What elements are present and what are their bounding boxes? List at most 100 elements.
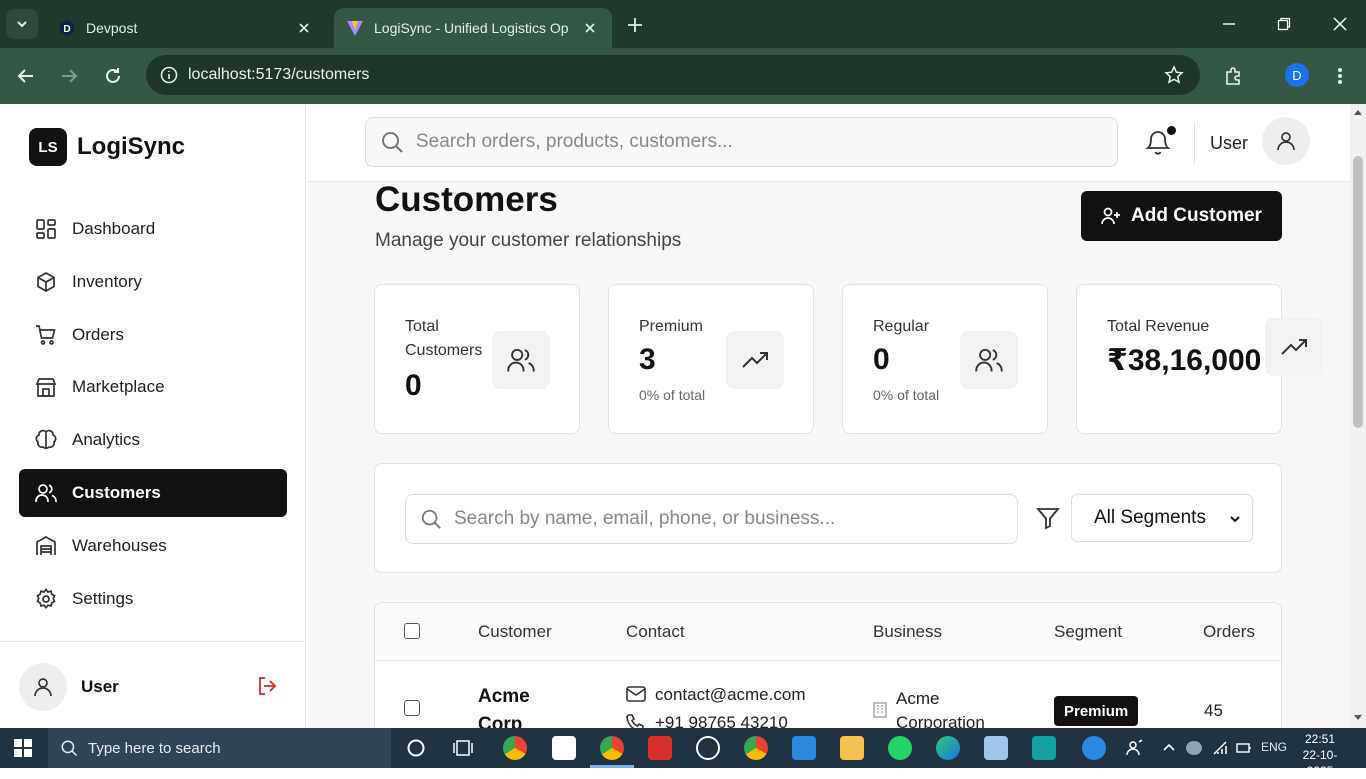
stat-icon-box [492, 331, 550, 389]
tab-devpost[interactable]: D Devpost [46, 8, 326, 48]
stat-icon-box [960, 331, 1018, 389]
stat-card-premium: Premium 3 0% of total [608, 284, 814, 434]
filter-button[interactable] [1036, 506, 1060, 530]
browser-menu-button[interactable] [1326, 62, 1354, 90]
tab-search-button[interactable] [6, 9, 38, 39]
forward-button[interactable] [55, 62, 83, 90]
customer-business: Acme Corporation [896, 689, 985, 728]
sidebar-item-warehouses[interactable]: Warehouses [19, 522, 287, 570]
sidebar-item-label: Dashboard [72, 219, 156, 238]
system-clock[interactable]: 22:51 22-10-2025 [1290, 731, 1350, 779]
start-button[interactable] [14, 739, 32, 757]
help-app-icon[interactable] [1082, 736, 1106, 760]
cart-icon [36, 324, 56, 345]
brand[interactable]: LS LogiSync [29, 128, 185, 166]
scrollbar-thumb[interactable] [1353, 156, 1363, 428]
column-header-business[interactable]: Business [873, 622, 942, 642]
reload-button[interactable] [99, 62, 127, 90]
close-window-button[interactable] [1328, 12, 1352, 36]
puzzle-icon [1226, 67, 1240, 85]
chrome-app-icon[interactable] [503, 736, 527, 760]
tray-chevron-up-icon[interactable] [1162, 742, 1176, 752]
column-header-orders[interactable]: Orders [1203, 622, 1255, 642]
column-header-contact[interactable]: Contact [626, 622, 685, 642]
customer-email[interactable]: contact@acme.com [655, 685, 805, 705]
sidebar: LS LogiSync Dashboard Inventory Orders M… [0, 104, 306, 728]
search-icon [61, 740, 78, 757]
clock-date: 22-10-2025 [1302, 748, 1338, 778]
new-tab-button[interactable] [622, 12, 648, 38]
customer-phone[interactable]: +91 98765 43210 [655, 713, 788, 728]
tab-logisync[interactable]: LogiSync - Unified Logistics Op [334, 8, 612, 48]
restore-button[interactable] [1272, 12, 1296, 36]
chatgpt-app-icon[interactable] [696, 736, 720, 760]
taskbar-search-input[interactable]: Type here to search [48, 728, 391, 768]
close-tab-icon[interactable] [294, 18, 314, 38]
sidebar-item-inventory[interactable]: Inventory [19, 258, 287, 306]
whatsapp-app-icon[interactable] [888, 736, 912, 760]
customer-search-input[interactable]: Search by name, email, phone, or busines… [405, 494, 1018, 544]
customer-name[interactable]: Acme Corp [478, 683, 548, 728]
stat-percentage: 0% of total [639, 387, 706, 403]
file-explorer-app-icon[interactable] [840, 736, 864, 760]
site-info-icon[interactable] [160, 66, 178, 84]
battery-icon[interactable] [1236, 741, 1252, 755]
chrome-profile-app-icon[interactable] [744, 736, 768, 760]
bookmark-star-icon[interactable] [1164, 65, 1184, 85]
close-tab-icon[interactable] [580, 18, 600, 38]
sidebar-user-name: User [81, 677, 119, 696]
global-search-input[interactable]: Search orders, products, customers... [365, 117, 1118, 167]
back-button[interactable] [12, 62, 40, 90]
sidebar-item-orders[interactable]: Orders [19, 311, 287, 359]
search-placeholder: Search by name, email, phone, or busines… [454, 508, 836, 529]
box-icon [37, 271, 55, 292]
chrome-active-app-icon[interactable] [600, 736, 624, 760]
vscode-app-icon[interactable] [792, 736, 816, 760]
sidebar-item-dashboard[interactable]: Dashboard [19, 205, 287, 253]
wifi-icon[interactable] [1212, 740, 1230, 756]
avatar[interactable] [1262, 117, 1310, 165]
trending-up-icon [742, 352, 768, 368]
edge-app-icon[interactable] [936, 736, 960, 760]
scroll-up-icon[interactable] [1353, 108, 1363, 116]
topbar-user-name[interactable]: User [1210, 133, 1248, 154]
people-icon[interactable] [1126, 739, 1144, 757]
sidebar-item-analytics[interactable]: Analytics [19, 416, 287, 464]
avatar[interactable] [19, 663, 67, 711]
stat-card-total-customers: Total Customers 0 [374, 284, 580, 434]
column-header-customer[interactable]: Customer [478, 622, 552, 642]
language-indicator[interactable]: ENG [1261, 740, 1287, 754]
sidebar-item-marketplace[interactable]: Marketplace [19, 363, 287, 411]
sidebar-nav: Dashboard Inventory Orders Marketplace A… [19, 205, 287, 627]
logout-button[interactable] [256, 675, 278, 697]
page-scrollbar[interactable] [1350, 104, 1366, 728]
tab-title: LogiSync - Unified Logistics Op [374, 20, 569, 36]
minimize-button[interactable] [1217, 12, 1241, 36]
wps-app-icon[interactable] [648, 736, 672, 760]
arduino-app-icon[interactable] [1032, 736, 1056, 760]
chevron-down-icon [17, 21, 27, 28]
extensions-button[interactable] [1219, 62, 1247, 90]
add-customer-button[interactable]: Add Customer [1081, 191, 1282, 241]
sidebar-item-label: Customers [72, 482, 161, 502]
notes-app-icon[interactable] [984, 736, 1008, 760]
scroll-down-icon[interactable] [1353, 714, 1363, 722]
segment-select[interactable]: All Segments [1071, 494, 1253, 542]
task-view-icon[interactable] [453, 738, 473, 758]
stat-label: Total Revenue [1107, 318, 1210, 335]
tray-app-icon[interactable] [1186, 741, 1202, 755]
stat-value: 3 [639, 343, 656, 376]
profile-avatar[interactable]: D [1285, 63, 1309, 87]
address-bar[interactable]: localhost:5173/customers [146, 55, 1200, 95]
capcut-app-icon[interactable] [552, 736, 576, 760]
cortana-icon[interactable] [406, 738, 426, 758]
column-header-segment[interactable]: Segment [1054, 622, 1122, 642]
sidebar-item-settings[interactable]: Settings [19, 575, 287, 623]
sidebar-item-customers[interactable]: Customers [19, 468, 287, 517]
segment-selected-value: All Segments [1094, 507, 1206, 528]
windows-icon [14, 739, 32, 757]
select-all-checkbox[interactable] [404, 623, 420, 639]
arrow-right-icon [62, 69, 78, 83]
logout-icon [259, 677, 277, 695]
row-checkbox[interactable] [404, 700, 420, 716]
